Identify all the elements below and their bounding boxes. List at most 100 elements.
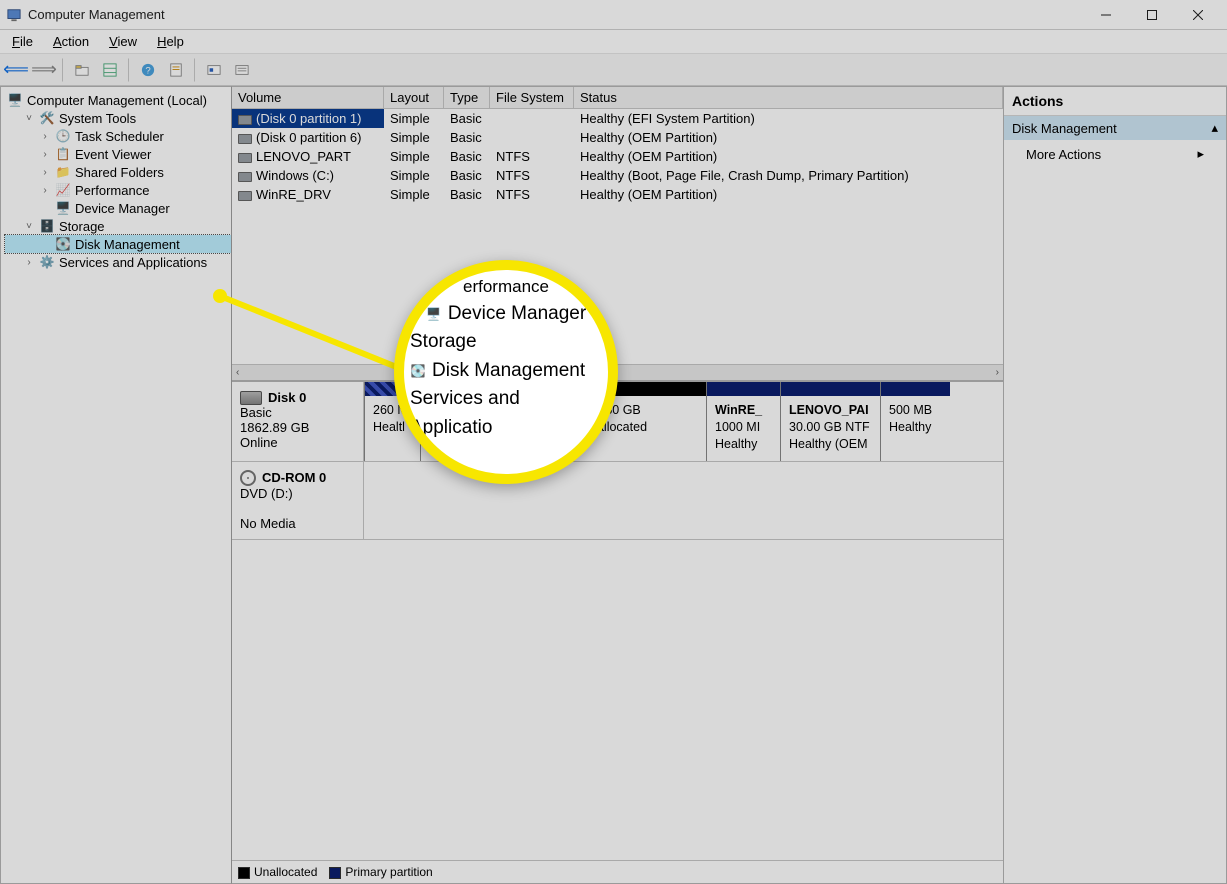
event-icon: 📋: [55, 146, 71, 162]
properties-button[interactable]: [164, 58, 188, 82]
app-icon: [6, 7, 22, 23]
disk-row[interactable]: CD-ROM 0DVD (D:)No Media: [232, 462, 1003, 540]
back-button[interactable]: ⟸: [4, 58, 28, 82]
computer-icon: 🖥️: [7, 92, 23, 108]
col-volume[interactable]: Volume: [232, 87, 384, 108]
separator: [194, 58, 196, 82]
toolbar: ⟸ ⟹ ?: [0, 54, 1227, 86]
chevron-right-icon: ▸: [1197, 146, 1204, 162]
tree-label: Shared Folders: [75, 165, 164, 180]
col-type[interactable]: Type: [444, 87, 490, 108]
up-button[interactable]: [70, 58, 94, 82]
separator: [128, 58, 130, 82]
tree-event-viewer[interactable]: ›📋Event Viewer: [5, 145, 231, 163]
partition-bar: [707, 382, 780, 396]
gauge-icon: 📈: [55, 182, 71, 198]
expander-icon[interactable]: ›: [39, 149, 51, 160]
volume-icon: [238, 191, 252, 201]
scroll-right-icon[interactable]: ›: [996, 367, 999, 378]
titlebar: Computer Management: [0, 0, 1227, 30]
menu-view[interactable]: View: [101, 32, 145, 51]
expander-icon[interactable]: ˅: [23, 221, 35, 232]
tree-performance[interactable]: ›📈Performance: [5, 181, 231, 199]
svg-text:?: ?: [145, 65, 150, 76]
legend-unallocated: Unallocated: [254, 865, 317, 879]
expander-icon[interactable]: ›: [23, 257, 35, 268]
tree-device-manager[interactable]: 🖥️Device Manager: [5, 199, 231, 217]
partition[interactable]: LENOVO_PAI30.00 GB NTFHealthy (OEM: [780, 382, 880, 461]
volume-icon: [238, 115, 252, 125]
col-filesystem[interactable]: File System: [490, 87, 574, 108]
legend-primary: Primary partition: [345, 865, 432, 879]
window-title: Computer Management: [28, 7, 165, 22]
maximize-button[interactable]: [1129, 0, 1175, 30]
tree-storage[interactable]: ˅ 🗄️ Storage: [5, 217, 231, 235]
refresh-button[interactable]: [202, 58, 226, 82]
tree-root-label: Computer Management (Local): [27, 93, 207, 108]
tree-label: Task Scheduler: [75, 129, 164, 144]
actions-more[interactable]: More Actions ▸: [1004, 140, 1226, 168]
tree-services-apps[interactable]: ›⚙️Services and Applications: [5, 253, 231, 271]
partition[interactable]: WinRE_1000 MIHealthy: [706, 382, 780, 461]
zoom-storage: Storage: [410, 328, 602, 357]
separator: [62, 58, 64, 82]
tree-label: System Tools: [59, 111, 136, 126]
tree-label: Storage: [59, 219, 105, 234]
list-button[interactable]: [230, 58, 254, 82]
partition[interactable]: 500 MBHealthy: [880, 382, 950, 461]
disk-icon: 💽: [410, 363, 426, 379]
menu-action[interactable]: Action: [45, 32, 97, 51]
expander-icon[interactable]: ›: [39, 167, 51, 178]
collapse-icon[interactable]: ▴: [1211, 120, 1218, 136]
tools-icon: 🛠️: [39, 110, 55, 126]
volume-icon: [238, 153, 252, 163]
center-pane: Volume Layout Type File System Status (D…: [232, 86, 1003, 884]
volume-row[interactable]: (Disk 0 partition 1)SimpleBasicHealthy (…: [232, 109, 1003, 128]
col-status[interactable]: Status: [574, 87, 1003, 108]
volumes-table[interactable]: Volume Layout Type File System Status (D…: [232, 87, 1003, 204]
zoom-disk: Disk Management: [432, 357, 585, 386]
tree-disk-management[interactable]: 💽Disk Management: [5, 235, 231, 253]
tree-system-tools[interactable]: ˅ 🛠️ System Tools: [5, 109, 231, 127]
navigation-tree[interactable]: 🖥️ Computer Management (Local) ˅ 🛠️ System …: [0, 86, 232, 884]
disk-icon: 💽: [55, 236, 71, 252]
expander-icon[interactable]: ˅: [23, 113, 35, 124]
disk-row[interactable]: Disk 0Basic1862.89 GBOnline260 MHealtlWi…: [232, 382, 1003, 462]
tree-root[interactable]: 🖥️ Computer Management (Local): [5, 91, 231, 109]
partition-bar: [781, 382, 880, 396]
storage-icon: 🗄️: [39, 218, 55, 234]
disk-header[interactable]: Disk 0Basic1862.89 GBOnline: [232, 382, 364, 461]
actions-section[interactable]: Disk Management ▴: [1004, 116, 1226, 140]
scroll-left-icon[interactable]: ‹: [236, 367, 239, 378]
actions-more-label: More Actions: [1026, 147, 1101, 162]
grid-button[interactable]: [98, 58, 122, 82]
volume-icon: [238, 134, 252, 144]
zoom-annotation: erformance 🖥️Device Manager Storage 💽Dis…: [394, 260, 618, 484]
disk-map: Disk 0Basic1862.89 GBOnline260 MHealtlWi…: [232, 380, 1003, 540]
volume-row[interactable]: Windows (C:)SimpleBasicNTFSHealthy (Boot…: [232, 166, 1003, 185]
tree-shared-folders[interactable]: ›📁Shared Folders: [5, 163, 231, 181]
close-button[interactable]: [1175, 0, 1221, 30]
menubar: File Action View Help: [0, 30, 1227, 54]
forward-button[interactable]: ⟹: [32, 58, 56, 82]
zoom-device: Device Manager: [448, 300, 586, 329]
expander-icon[interactable]: ›: [39, 131, 51, 142]
disk-header[interactable]: CD-ROM 0DVD (D:)No Media: [232, 462, 364, 539]
actions-header: Actions: [1004, 87, 1226, 116]
menu-file[interactable]: File: [4, 32, 41, 51]
device-icon: 🖥️: [426, 306, 442, 322]
tree-task-scheduler[interactable]: ›🕒Task Scheduler: [5, 127, 231, 145]
actions-section-label: Disk Management: [1012, 121, 1117, 136]
volume-row[interactable]: WinRE_DRVSimpleBasicNTFSHealthy (OEM Par…: [232, 185, 1003, 204]
volumes-header[interactable]: Volume Layout Type File System Status: [232, 87, 1003, 109]
help-button[interactable]: ?: [136, 58, 160, 82]
expander-icon[interactable]: ›: [39, 185, 51, 196]
volume-row[interactable]: LENOVO_PARTSimpleBasicNTFSHealthy (OEM P…: [232, 147, 1003, 166]
volume-row[interactable]: (Disk 0 partition 6)SimpleBasicHealthy (…: [232, 128, 1003, 147]
tree-label: Device Manager: [75, 201, 170, 216]
menu-help[interactable]: Help: [149, 32, 192, 51]
cdrom-icon: [240, 470, 256, 486]
col-layout[interactable]: Layout: [384, 87, 444, 108]
tree-label: Services and Applications: [59, 255, 207, 270]
minimize-button[interactable]: [1083, 0, 1129, 30]
